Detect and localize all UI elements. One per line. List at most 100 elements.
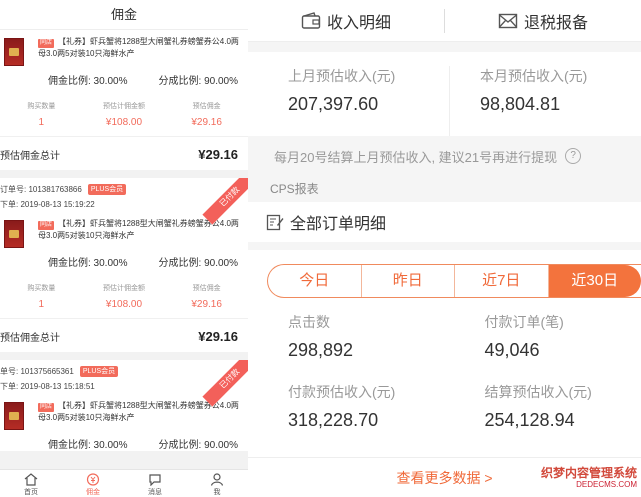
home-icon bbox=[24, 473, 38, 486]
stat-label: 预估佣金 bbox=[192, 103, 221, 110]
tab-tax-report[interactable]: 退税报备 bbox=[445, 9, 641, 33]
period-today[interactable]: 今日 bbox=[268, 265, 361, 297]
commission-ratio: 佣金比例: 30.00% bbox=[48, 258, 128, 269]
product-tag: 同店 bbox=[38, 221, 55, 230]
commission-panel: 佣金 同店 【礼券】虾兵蟹将1288型大闸蟹礼券螃蟹券公4.0两母3.0两5对装1… bbox=[0, 0, 248, 497]
tab-label: 首页 bbox=[24, 489, 38, 496]
total-label: 预估佣金总计 bbox=[0, 333, 60, 344]
metric-value: 318,228.70 bbox=[288, 410, 379, 430]
stat-value: ¥108.00 bbox=[105, 117, 143, 128]
commission-header: 佣金 bbox=[0, 0, 248, 30]
plus-badge: PLUS会员 bbox=[87, 184, 127, 195]
stat-label: 购买数量 bbox=[27, 285, 56, 292]
product-title: 【礼券】虾兵蟹将1288型大闸蟹礼券螃蟹券公4.0两母3.0两5对装10只海鲜水… bbox=[38, 219, 239, 240]
order-time: 下单: 2019-08-13 15:18:51 bbox=[0, 382, 95, 391]
stat-value: 1 bbox=[38, 117, 45, 128]
watermark: 织梦内容管理系统 DEDECMS.COM bbox=[541, 467, 637, 491]
notice-text: 每月20号结算上月预估收入, 建议21号再进行提现 bbox=[274, 149, 558, 165]
stat-value: ¥108.00 bbox=[105, 299, 143, 310]
tab-label: 退税报备 bbox=[523, 14, 588, 32]
tab-home[interactable]: 首页 bbox=[6, 470, 56, 497]
period-yesterday[interactable]: 昨日 bbox=[360, 265, 455, 297]
top-tabs: 收入明细 退税报备 bbox=[248, 0, 641, 42]
income-panel: 收入明细 退税报备 上月预估收入(元) 207,397.60 本月预估收入(元)… bbox=[248, 0, 641, 497]
share-ratio: 分成比例: 90.00% bbox=[158, 76, 238, 87]
product-tag: 同店 bbox=[38, 403, 55, 412]
metric-settled-income: 结算预估收入(元) 254,128.94 bbox=[445, 382, 641, 452]
stat-label: 预估佣金 bbox=[192, 285, 221, 292]
this-month-label: 本月预估收入(元) bbox=[480, 68, 588, 84]
product-title: 【礼券】虾兵蟹将1288型大闸蟹礼券螃蟹券公4.0两母3.0两5对装10只海鲜水… bbox=[38, 37, 239, 58]
metric-value: 49,046 bbox=[484, 340, 540, 360]
order-number: 单号: 101375665361 bbox=[0, 367, 74, 376]
share-ratio: 分成比例: 90.00% bbox=[158, 440, 238, 451]
metric-paid-income: 付款预估收入(元) 318,228.70 bbox=[248, 382, 445, 452]
tab-label: 消息 bbox=[148, 489, 162, 496]
order-stats: 购买数量 1 预估计佣金额 ¥108.00 预估佣金 ¥29.16 bbox=[0, 87, 248, 128]
income-summary: 上月预估收入(元) 207,397.60 本月预估收入(元) 98,804.81 bbox=[248, 52, 641, 136]
help-icon[interactable]: ? bbox=[565, 148, 582, 164]
stat-value: ¥29.16 bbox=[191, 117, 222, 128]
metric-clicks: 点击数 298,892 bbox=[248, 312, 445, 382]
tab-income-detail[interactable]: 收入明细 bbox=[248, 9, 444, 33]
tab-commission[interactable]: 佣金 bbox=[68, 470, 118, 497]
metric-label: 付款预估收入(元) bbox=[288, 384, 396, 400]
tab-profile[interactable]: 我 bbox=[192, 470, 242, 497]
profile-icon bbox=[210, 473, 224, 486]
total-value: ¥29.16 bbox=[198, 329, 238, 344]
tab-label: 收入明细 bbox=[326, 14, 391, 32]
this-month-value: 98,804.81 bbox=[480, 94, 561, 114]
all-orders-row[interactable]: 全部订单明细 bbox=[248, 202, 641, 242]
product-image bbox=[4, 38, 24, 66]
tab-label: 我 bbox=[213, 489, 221, 496]
metric-label: 结算预估收入(元) bbox=[484, 384, 592, 400]
settlement-notice: 每月20号结算上月预估收入, 建议21号再进行提现 ? bbox=[248, 136, 641, 176]
order-time: 下单: 2019-08-13 15:19:22 bbox=[0, 200, 95, 209]
stat-label: 预估计佣金额 bbox=[102, 103, 145, 110]
commission-total: 预估佣金总计 ¥29.16 bbox=[0, 318, 248, 352]
order-card[interactable]: 已付款 单号: 101375665361 PLUS会员 下单: 2019-08-1… bbox=[0, 360, 248, 451]
metric-value: 298,892 bbox=[288, 340, 354, 360]
orders-title: 全部订单明细 bbox=[290, 216, 387, 233]
plus-badge: PLUS会员 bbox=[79, 366, 119, 377]
metric-label: 点击数 bbox=[288, 314, 330, 330]
commission-icon bbox=[86, 473, 100, 486]
total-label: 预估佣金总计 bbox=[0, 151, 60, 162]
product-tag: 同店 bbox=[38, 39, 55, 48]
order-card[interactable]: 已付款 订单号: 101381763866 PLUS会员 下单: 2019-08-… bbox=[0, 178, 248, 352]
stat-value: 1 bbox=[38, 299, 45, 310]
order-stats: 购买数量 1 预估计佣金额 ¥108.00 预估佣金 ¥29.16 bbox=[0, 269, 248, 310]
period-selector: 今日 昨日 近7日 近30日 bbox=[267, 264, 641, 298]
metric-paid-orders: 付款订单(笔) 49,046 bbox=[445, 312, 641, 382]
stat-label: 购买数量 bbox=[27, 103, 56, 110]
last-month-value: 207,397.60 bbox=[288, 94, 379, 114]
tab-messages[interactable]: 消息 bbox=[130, 470, 180, 497]
period-7-days[interactable]: 近7日 bbox=[454, 265, 548, 297]
message-icon bbox=[149, 474, 161, 486]
stat-label: 预估计佣金额 bbox=[102, 285, 145, 292]
product-image bbox=[4, 402, 24, 430]
commission-total: 预估佣金总计 ¥29.16 bbox=[0, 136, 248, 170]
product-title: 【礼券】虾兵蟹将1288型大闸蟹礼券螃蟹券公4.0两母3.0两5对装10只海鲜水… bbox=[38, 401, 239, 422]
last-month-label: 上月预估收入(元) bbox=[288, 68, 396, 84]
wallet-icon bbox=[301, 11, 321, 29]
order-card[interactable]: 同店 【礼券】虾兵蟹将1288型大闸蟹礼券螃蟹券公4.0两母3.0两5对装10只海… bbox=[0, 30, 248, 170]
commission-ratio: 佣金比例: 30.00% bbox=[48, 76, 128, 87]
product-image bbox=[4, 220, 24, 248]
share-ratio: 分成比例: 90.00% bbox=[158, 258, 238, 269]
metrics-grid: 点击数 298,892 付款订单(笔) 49,046 付款预估收入(元) 318… bbox=[248, 312, 641, 452]
metric-label: 付款订单(笔) bbox=[484, 314, 564, 330]
mail-icon bbox=[498, 13, 518, 28]
cps-report-label: CPS报表 bbox=[270, 182, 319, 196]
tab-label: 佣金 bbox=[86, 489, 100, 496]
metric-value: 254,128.94 bbox=[484, 410, 575, 430]
edit-document-icon bbox=[266, 214, 284, 231]
stat-value: ¥29.16 bbox=[191, 299, 222, 310]
commission-ratio: 佣金比例: 30.00% bbox=[48, 440, 128, 451]
watermark-sub: DEDECMS.COM bbox=[576, 480, 637, 489]
bottom-tabbar: 首页 佣金 消息 我 bbox=[0, 469, 248, 497]
screen: 佣金 同店 【礼券】虾兵蟹将1288型大闸蟹礼券螃蟹券公4.0两母3.0两5对装1… bbox=[0, 0, 641, 497]
period-30-days[interactable]: 近30日 bbox=[547, 265, 641, 297]
total-value: ¥29.16 bbox=[198, 147, 238, 162]
product-row: 同店 【礼券】虾兵蟹将1288型大闸蟹礼券螃蟹券公4.0两母3.0两5对装10只海… bbox=[0, 30, 248, 66]
